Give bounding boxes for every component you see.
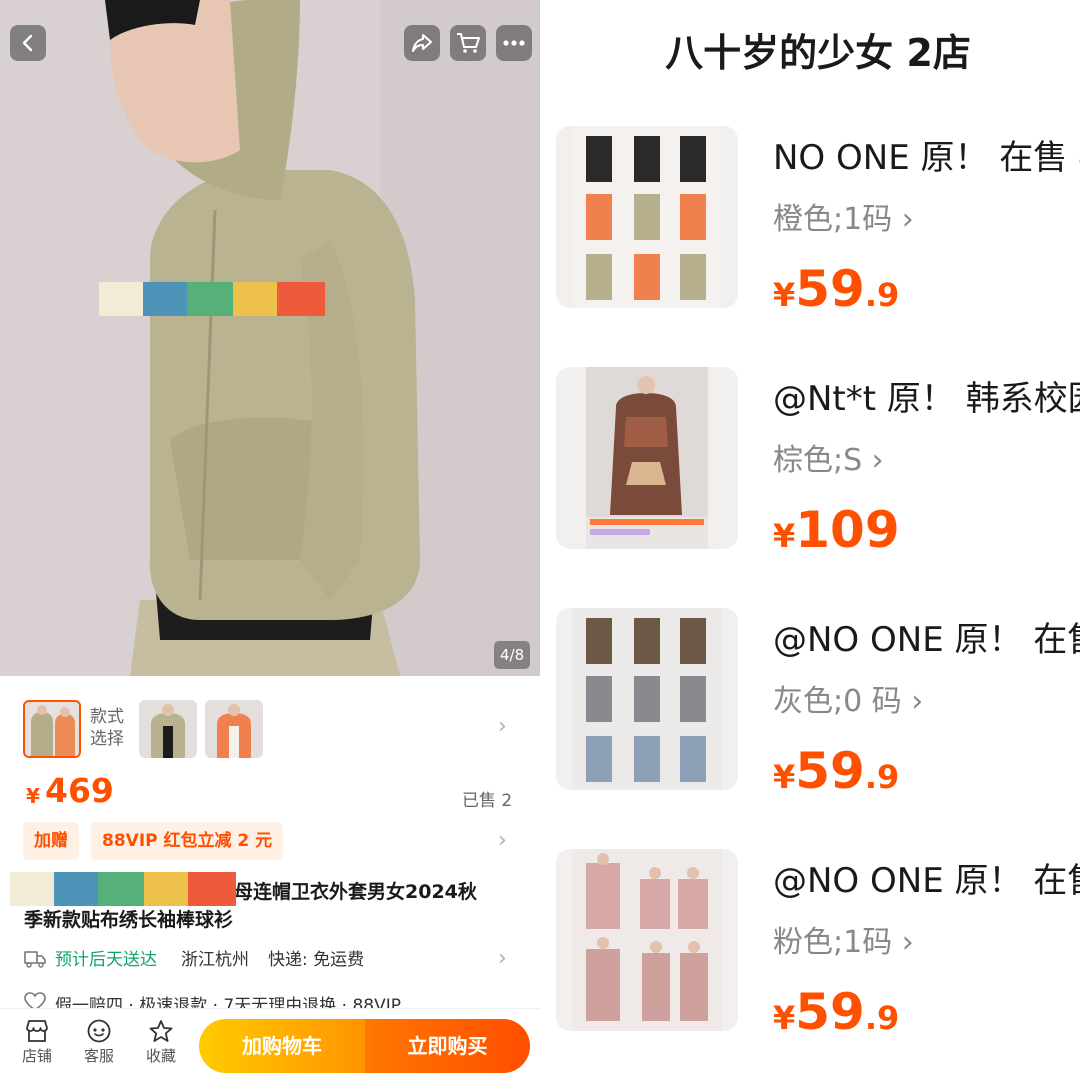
product-thumbnail-image bbox=[572, 608, 722, 790]
order-title: @NO ONE 原！ 在售 bbox=[773, 620, 1080, 660]
share-button[interactable] bbox=[404, 25, 440, 61]
more-button[interactable] bbox=[496, 25, 532, 61]
price-symbol: ¥ bbox=[773, 758, 796, 796]
product-thumbnail-image bbox=[572, 126, 722, 308]
mosaic-redaction bbox=[10, 872, 236, 906]
cart-icon bbox=[457, 33, 480, 53]
order-item[interactable]: @Nt*t 原！ 韩系校园 棕色;S › ¥109 bbox=[540, 367, 1080, 559]
ship-from: 浙江杭州 bbox=[181, 950, 249, 970]
mosaic-block bbox=[54, 872, 98, 906]
mosaic-block bbox=[143, 282, 187, 316]
price-decimal: .9 bbox=[864, 758, 900, 796]
chevron-right-icon: › bbox=[498, 828, 507, 853]
price-integer: 59 bbox=[795, 260, 865, 318]
variant-thumb-selected[interactable] bbox=[23, 700, 81, 758]
model-photo bbox=[0, 0, 540, 676]
promo-row[interactable]: 加赠 88VIP 红包立减 2 元 › bbox=[0, 822, 540, 860]
product-title-line: 季新款贴布绣长袖棒球衫 bbox=[24, 909, 234, 931]
order-thumbnail[interactable] bbox=[556, 367, 738, 549]
chat-icon bbox=[87, 1019, 111, 1043]
product-detail-panel: 4/8 款式选择 › ¥ 469 已售 2 加赠 88VIP 红包立减 2 元 … bbox=[0, 0, 540, 1080]
order-thumbnail[interactable] bbox=[556, 126, 738, 308]
more-dots-icon bbox=[503, 40, 525, 46]
order-item[interactable]: NO ONE 原！ 在售 4 橙色;1码 › ¥59.9 bbox=[540, 126, 1080, 318]
product-main-image[interactable]: 4/8 bbox=[0, 0, 540, 676]
store-button[interactable]: 店铺 bbox=[14, 1019, 60, 1066]
order-item[interactable]: @NO ONE 原！ 在售 灰色;0 码 › ¥59.9 bbox=[540, 608, 1080, 800]
price-symbol: ¥ bbox=[773, 276, 796, 314]
variant-thumb[interactable] bbox=[205, 700, 263, 758]
order-item[interactable]: @NO ONE 原！ 在售 粉色;1码 › ¥59.9 bbox=[540, 849, 1080, 1041]
favorite-label: 收藏 bbox=[145, 1047, 176, 1065]
price-integer: 59 bbox=[795, 742, 865, 800]
store-icon bbox=[26, 1020, 48, 1042]
back-button[interactable] bbox=[10, 25, 46, 61]
variant-image bbox=[205, 700, 263, 758]
buy-now-button[interactable]: 立即购买 bbox=[365, 1019, 530, 1073]
order-thumbnail[interactable] bbox=[556, 849, 738, 1031]
price-row: ¥ 469 已售 2 bbox=[0, 770, 540, 811]
bottom-action-bar: 店铺 客服 收藏 加购物车 立即购买 bbox=[0, 1008, 540, 1080]
variant-image bbox=[25, 702, 79, 756]
price-value: 469 bbox=[45, 771, 114, 810]
order-title: @NO ONE 原！ 在售 bbox=[773, 861, 1080, 901]
vip-discount-tag: 88VIP 红包立减 2 元 bbox=[91, 822, 284, 860]
variant-image bbox=[139, 700, 197, 758]
mosaic-block bbox=[98, 872, 144, 906]
mosaic-block bbox=[144, 872, 188, 906]
variant-label: 款式选择 bbox=[90, 707, 124, 749]
favorite-button[interactable]: 收藏 bbox=[138, 1019, 184, 1066]
product-thumbnail-image bbox=[572, 849, 722, 1031]
image-counter: 4/8 bbox=[494, 641, 531, 669]
mosaic-block bbox=[187, 282, 233, 316]
share-icon bbox=[412, 34, 432, 52]
order-title: @Nt*t 原！ 韩系校园 bbox=[773, 379, 1080, 419]
shipping-row[interactable]: 预计后天送达 浙江杭州 快递: 免运费 › bbox=[0, 946, 540, 974]
order-price: ¥59.9 bbox=[773, 983, 899, 1041]
customer-service-button[interactable]: 客服 bbox=[76, 1019, 122, 1066]
mosaic-block bbox=[10, 872, 54, 906]
gift-tag: 加赠 bbox=[23, 822, 79, 860]
order-spec[interactable]: 灰色;0 码 › bbox=[773, 676, 923, 720]
variant-thumb[interactable] bbox=[139, 700, 197, 758]
price-decimal: .9 bbox=[864, 276, 900, 314]
order-spec[interactable]: 橙色;1码 › bbox=[773, 194, 914, 238]
chevron-right-icon: › bbox=[498, 714, 507, 739]
price-symbol: ¥ bbox=[26, 784, 40, 808]
mosaic-block bbox=[188, 872, 236, 906]
product-thumbnail-image bbox=[586, 367, 708, 549]
shipping-fee: 快递: 免运费 bbox=[268, 950, 365, 970]
order-spec[interactable]: 棕色;S › bbox=[773, 435, 884, 479]
shop-orders-panel: 八十岁的少女 2店 NO ONE 原！ 在售 4 橙色;1码 › ¥59.9 @… bbox=[540, 0, 1080, 1080]
mosaic-redaction bbox=[99, 282, 325, 316]
mosaic-block bbox=[233, 282, 277, 316]
mosaic-block bbox=[99, 282, 143, 316]
delivery-eta: 预计后天送达 bbox=[55, 950, 157, 970]
price-integer: 59 bbox=[795, 983, 865, 1041]
order-spec[interactable]: 粉色;1码 › bbox=[773, 917, 914, 961]
chevron-left-icon bbox=[22, 34, 33, 52]
service-label: 客服 bbox=[83, 1047, 114, 1065]
order-thumbnail[interactable] bbox=[556, 608, 738, 790]
order-price: ¥59.9 bbox=[773, 742, 899, 800]
price-symbol: ¥ bbox=[773, 517, 796, 555]
price-decimal: .9 bbox=[864, 999, 900, 1037]
store-label: 店铺 bbox=[21, 1047, 52, 1065]
price-symbol: ¥ bbox=[773, 999, 796, 1037]
add-to-cart-button[interactable]: 加购物车 bbox=[199, 1019, 365, 1073]
variant-selector[interactable]: 款式选择 › bbox=[0, 698, 540, 762]
shop-name: 八十岁的少女 2店 bbox=[665, 31, 971, 75]
chevron-right-icon: › bbox=[498, 946, 507, 971]
order-price: ¥59.9 bbox=[773, 260, 899, 318]
cart-button[interactable] bbox=[450, 25, 486, 61]
order-price: ¥109 bbox=[773, 501, 900, 559]
mosaic-block bbox=[277, 282, 325, 316]
order-title: NO ONE 原！ 在售 4 bbox=[773, 138, 1080, 178]
truck-icon bbox=[24, 951, 46, 968]
sold-count: 已售 2 bbox=[462, 791, 513, 811]
price-integer: 109 bbox=[795, 501, 900, 559]
star-icon bbox=[149, 1020, 173, 1042]
